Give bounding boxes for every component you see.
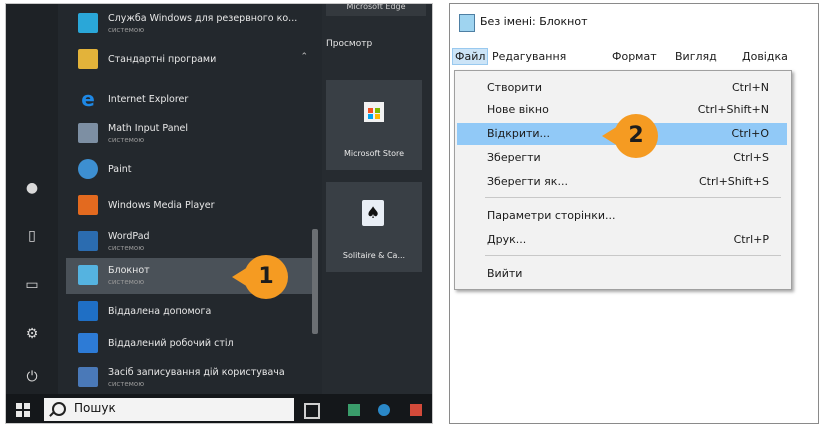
backup-icon bbox=[78, 13, 98, 33]
menu-item-shortcut: Ctrl+S bbox=[733, 151, 769, 164]
app-name: Math Input Panel bbox=[108, 123, 189, 134]
app-list: Служба Windows для резервного ко... сист… bbox=[66, 4, 314, 394]
scrollbar[interactable] bbox=[312, 229, 318, 334]
app-sub: системою bbox=[108, 244, 145, 252]
menu-item-page-setup[interactable]: Параметри сторінки... bbox=[457, 205, 787, 227]
internet-explorer-icon: e bbox=[81, 87, 95, 111]
paint-icon bbox=[78, 159, 98, 179]
menu-item-label: Відкрити... bbox=[487, 127, 551, 140]
menu-separator bbox=[485, 255, 781, 256]
menu-item-label: Параметри сторінки... bbox=[487, 209, 616, 222]
tile-solitaire[interactable]: ♠ Solitaire & Ca... bbox=[326, 182, 422, 272]
menu-item-shortcut: Ctrl+Shift+N bbox=[697, 103, 769, 116]
task-view-icon[interactable] bbox=[304, 403, 320, 419]
tile-label: Solitaire & Ca... bbox=[342, 251, 406, 260]
taskbar: Пошук bbox=[6, 394, 432, 423]
notepad-titlebar: Без імені: Блокнот bbox=[450, 4, 818, 42]
menu-item-shortcut: Ctrl+N bbox=[731, 81, 769, 94]
notepad-screenshot: Без імені: Блокнот Файл Редагування Форм… bbox=[449, 3, 819, 424]
menu-separator bbox=[485, 197, 781, 198]
app-name: Windows Media Player bbox=[108, 200, 215, 211]
steps-recorder-icon bbox=[78, 367, 98, 387]
app-name: WordPad bbox=[108, 231, 150, 242]
app-item-media-player[interactable]: Windows Media Player bbox=[66, 188, 314, 224]
app-sub: системою bbox=[108, 136, 145, 144]
start-menu-screenshot: ● ▯ ▭ ⚙ ⏻ Служба Windows для резервного … bbox=[5, 3, 433, 424]
remote-desktop-icon bbox=[78, 333, 98, 353]
menu-item-label: Створити bbox=[487, 81, 542, 94]
settings-gear-icon[interactable]: ⚙ bbox=[22, 324, 42, 344]
user-account-icon[interactable]: ● bbox=[22, 178, 42, 198]
store-icon bbox=[364, 102, 384, 122]
app-item-remote-desktop[interactable]: Віддалений робочий стіл bbox=[66, 326, 314, 362]
menu-view[interactable]: Вигляд bbox=[675, 50, 717, 63]
menu-item-exit[interactable]: Вийти bbox=[457, 263, 787, 285]
app-item-wordpad[interactable]: WordPad системою bbox=[66, 224, 314, 260]
app-name: Internet Explorer bbox=[108, 94, 189, 105]
notepad-icon bbox=[78, 265, 98, 285]
solitaire-icon: ♠ bbox=[362, 200, 384, 226]
taskbar-app-icon[interactable] bbox=[378, 404, 390, 416]
pictures-icon[interactable]: ▭ bbox=[22, 275, 42, 295]
app-item-steps-recorder[interactable]: Засіб записування дій користувача систем… bbox=[66, 360, 314, 396]
menu-item-label: Зберегти bbox=[487, 151, 541, 164]
taskbar-app-icon[interactable] bbox=[410, 404, 422, 416]
app-item-backup[interactable]: Служба Windows для резервного ко... сист… bbox=[66, 6, 314, 42]
menu-item-save-as[interactable]: Зберегти як... Ctrl+Shift+S bbox=[457, 171, 787, 193]
menu-bar: Файл Редагування Формат Вигляд Довідка bbox=[450, 48, 818, 70]
chevron-up-icon: ⌃ bbox=[300, 52, 308, 62]
taskbar-app-icon[interactable] bbox=[348, 404, 360, 416]
notepad-app-icon bbox=[459, 14, 475, 32]
menu-item-new[interactable]: Створити Ctrl+N bbox=[457, 77, 787, 99]
documents-icon[interactable]: ▯ bbox=[22, 226, 42, 246]
tile-edge[interactable]: Microsoft Edge bbox=[326, 4, 426, 16]
start-menu-rail: ● ▯ ▭ ⚙ ⏻ bbox=[6, 4, 58, 394]
menu-file[interactable]: Файл bbox=[452, 48, 489, 65]
taskbar-search-box[interactable]: Пошук bbox=[44, 398, 294, 421]
app-item-math-input[interactable]: Math Input Panel системою bbox=[66, 116, 314, 152]
menu-format[interactable]: Формат bbox=[612, 50, 657, 63]
app-item-internet-explorer[interactable]: e Internet Explorer bbox=[66, 82, 314, 118]
menu-item-label: Друк... bbox=[487, 233, 527, 246]
power-icon[interactable]: ⏻ bbox=[22, 367, 42, 387]
step-callout-2: 2 bbox=[602, 114, 658, 158]
menu-item-label: Вийти bbox=[487, 267, 523, 280]
menu-item-label: Нове вікно bbox=[487, 103, 549, 116]
app-name: Блокнот bbox=[108, 265, 150, 276]
media-player-icon bbox=[78, 195, 98, 215]
window-title: Без імені: Блокнот bbox=[480, 15, 588, 28]
menu-item-shortcut: Ctrl+Shift+S bbox=[699, 175, 769, 188]
wordpad-icon bbox=[78, 231, 98, 251]
search-placeholder: Пошук bbox=[74, 401, 116, 415]
app-sub: системою bbox=[108, 278, 145, 286]
app-name: Віддалена допомога bbox=[108, 306, 212, 317]
search-icon bbox=[52, 402, 66, 416]
menu-item-print[interactable]: Друк... Ctrl+P bbox=[457, 229, 787, 251]
tiles-area: Microsoft Edge Просмотр Microsoft Store … bbox=[322, 4, 432, 394]
menu-item-shortcut: Ctrl+P bbox=[733, 233, 769, 246]
file-menu-dropdown: Створити Ctrl+N Нове вікно Ctrl+Shift+N … bbox=[454, 70, 792, 290]
app-name: Paint bbox=[108, 164, 132, 175]
app-item-remote-assistance[interactable]: Віддалена допомога bbox=[66, 294, 314, 330]
tile-label: Microsoft Store bbox=[343, 149, 405, 158]
app-item-paint[interactable]: Paint bbox=[66, 152, 314, 188]
menu-item-label: Зберегти як... bbox=[487, 175, 568, 188]
menu-edit[interactable]: Редагування bbox=[492, 50, 566, 63]
app-name: Стандартні програми bbox=[108, 54, 217, 65]
remote-assistance-icon bbox=[78, 301, 98, 321]
app-sub: системою bbox=[108, 380, 145, 388]
menu-help[interactable]: Довідка bbox=[742, 50, 788, 63]
step-callout-1: 1 bbox=[232, 255, 288, 299]
app-name: Віддалений робочий стіл bbox=[108, 338, 234, 349]
tile-microsoft-store[interactable]: Microsoft Store bbox=[326, 80, 422, 170]
folder-icon bbox=[78, 49, 98, 69]
windows-start-icon[interactable] bbox=[16, 403, 30, 417]
menu-item-shortcut: Ctrl+O bbox=[731, 127, 769, 140]
app-name: Служба Windows для резервного ко... bbox=[108, 13, 298, 24]
app-sub: системою bbox=[108, 26, 145, 34]
app-folder-standard[interactable]: Стандартні програми ⌃ bbox=[66, 42, 314, 78]
tiles-group-title: Просмотр bbox=[326, 39, 373, 49]
app-name: Засіб записування дій користувача bbox=[108, 367, 285, 378]
math-input-icon bbox=[78, 123, 98, 143]
